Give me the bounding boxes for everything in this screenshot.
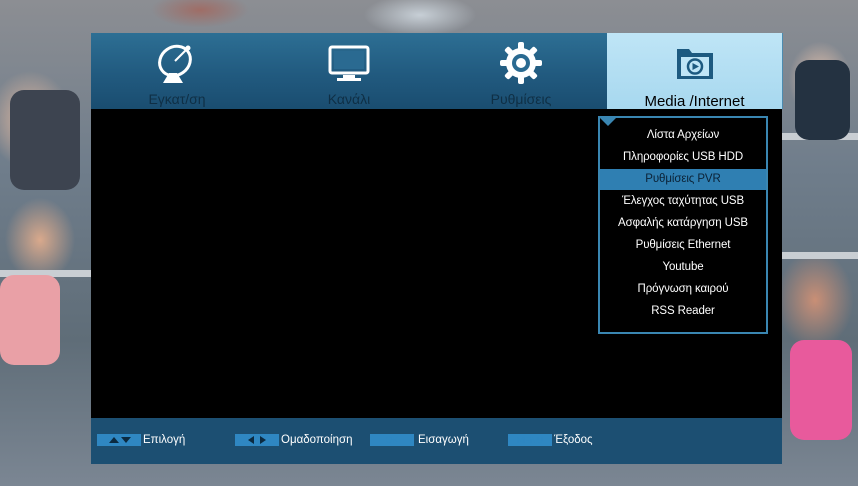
gear-icon — [497, 39, 545, 87]
tab-label: Media /Internet — [644, 93, 745, 110]
footer-exit-label: Έξοδος — [554, 434, 593, 446]
tab-label: Εγκατ/ση — [148, 91, 206, 107]
ok-key-icon: OK — [370, 434, 414, 446]
tv-icon — [325, 39, 373, 87]
tab-channel[interactable]: Κανάλι — [263, 33, 436, 109]
osd-panel: Εγκατ/ση Κανάλι Ρυθμίσεις Media /Interne… — [91, 33, 783, 464]
spectator — [790, 340, 852, 440]
menu-item-ethernet-settings[interactable]: Ρυθμίσεις Ethernet — [600, 235, 766, 256]
menu-item-usb-speed-test[interactable]: Έλεγχος ταχύτητας USB — [600, 191, 766, 212]
media-internet-menu: Λίστα Αρχείων Πληροφορίες USB HDD Ρυθμίσ… — [598, 116, 768, 334]
spectator — [10, 90, 80, 190]
menu-key-icon: MENU — [508, 434, 552, 446]
menu-item-pvr-settings[interactable]: Ρυθμίσεις PVR — [600, 169, 766, 190]
spectator — [795, 60, 850, 140]
left-right-key-icon — [235, 434, 279, 446]
footer-group-label: Ομαδοποίηση — [281, 434, 353, 446]
menu-item-safe-remove-usb[interactable]: Ασφαλής κατάργηση USB — [600, 213, 766, 234]
menu-item-rss-reader[interactable]: RSS Reader — [600, 301, 766, 322]
menu-item-youtube[interactable]: Youtube — [600, 257, 766, 278]
help-footer: Επιλογή Ομαδοποίηση OK Εισαγωγή MENU Έξο… — [91, 418, 782, 464]
tab-media-internet[interactable]: Media /Internet — [607, 33, 783, 110]
menu-item-file-list[interactable]: Λίστα Αρχείων — [600, 125, 766, 146]
footer-enter-label: Εισαγωγή — [418, 434, 469, 446]
up-down-key-icon — [97, 434, 141, 446]
media-folder-icon — [671, 39, 719, 87]
tab-settings[interactable]: Ρυθμίσεις — [435, 33, 608, 109]
tab-label: Ρυθμίσεις — [490, 91, 552, 107]
tab-installation[interactable]: Εγκατ/ση — [91, 33, 264, 109]
spectator — [0, 275, 60, 365]
satellite-dish-icon — [153, 39, 201, 87]
stadium-railing — [782, 252, 858, 259]
footer-select-label: Επιλογή — [143, 434, 186, 446]
main-tabs: Εγκατ/ση Κανάλι Ρυθμίσεις Media /Interne… — [91, 33, 783, 110]
menu-item-weather-forecast[interactable]: Πρόγνωση καιρού — [600, 279, 766, 300]
menu-item-usb-hdd-info[interactable]: Πληροφορίες USB HDD — [600, 147, 766, 168]
tab-label: Κανάλι — [327, 91, 371, 107]
